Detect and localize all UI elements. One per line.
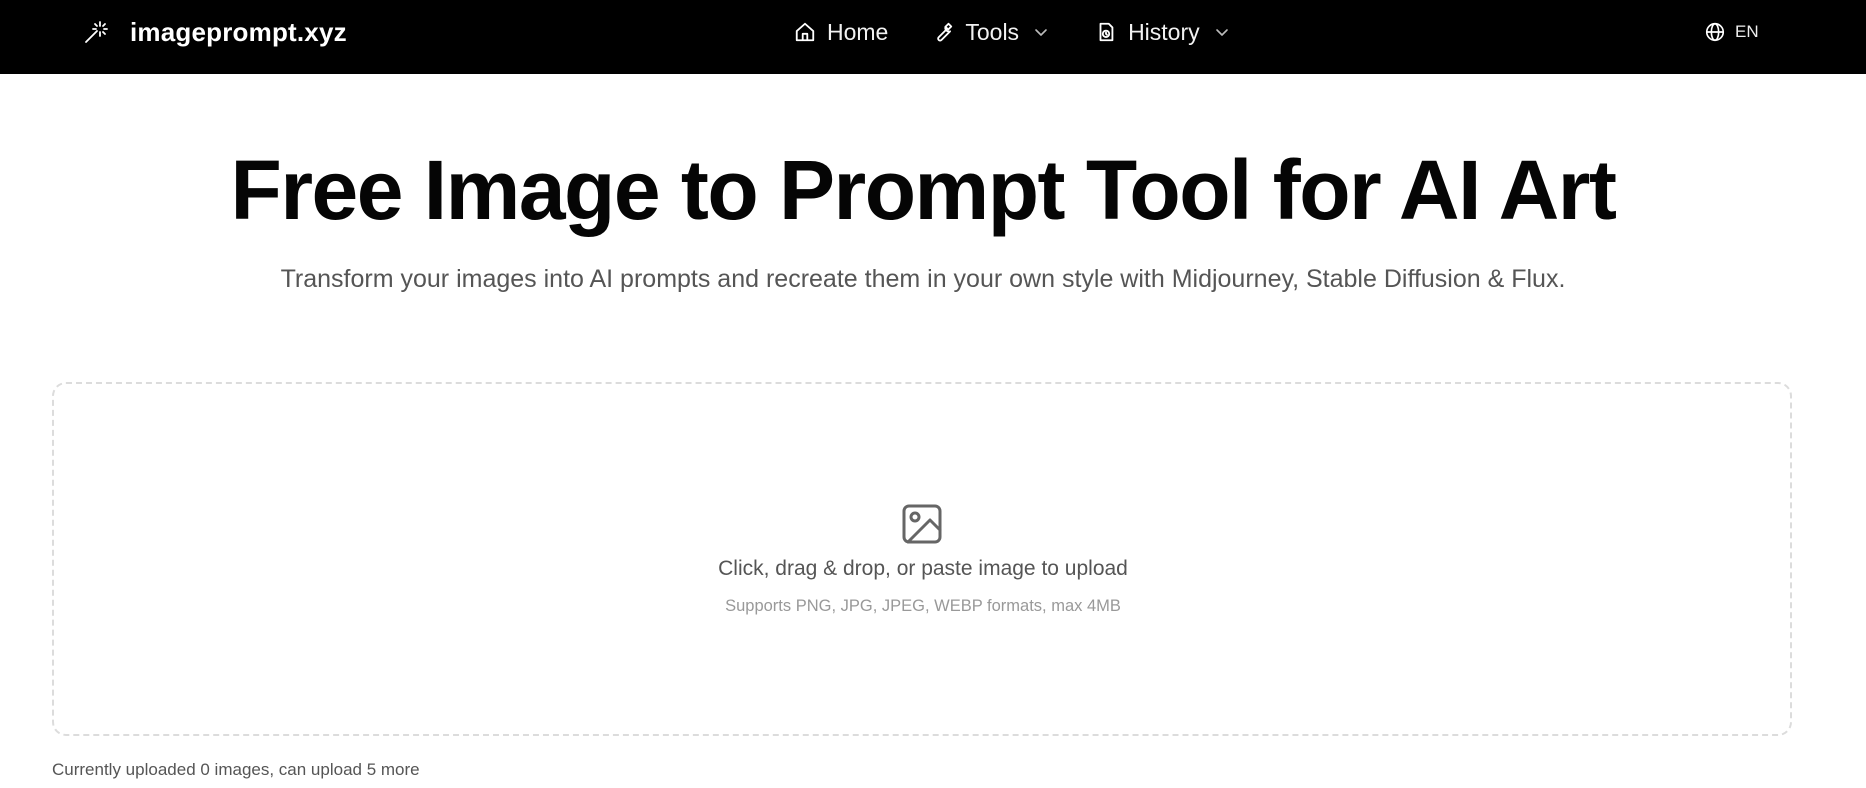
page-subtitle: Transform your images into AI prompts an… — [280, 265, 1566, 293]
chevron-down-icon — [1033, 24, 1049, 40]
top-navigation-bar: imageprompt.xyz Home Tools History EN — [0, 0, 1866, 74]
upload-count-status: Currently uploaded 0 images, can upload … — [52, 760, 420, 779]
globe-icon — [1704, 21, 1726, 43]
nav-item-home[interactable]: Home — [794, 19, 888, 46]
page-title: Free Image to Prompt Tool for AI Art — [230, 143, 1617, 237]
chevron-down-icon — [1214, 24, 1230, 40]
history-icon — [1095, 21, 1117, 43]
home-icon — [794, 21, 816, 43]
brand-name: imageprompt.xyz — [130, 16, 347, 47]
brand-logo-link[interactable]: imageprompt.xyz — [82, 0, 347, 64]
nav-item-home-label: Home — [827, 18, 889, 45]
wrench-icon — [932, 21, 954, 43]
nav-item-tools[interactable]: Tools — [932, 19, 1049, 46]
main-nav: Home Tools History — [794, 0, 1230, 64]
image-icon — [901, 503, 943, 545]
magic-wand-icon — [82, 18, 110, 46]
upload-prompt: Click, drag & drop, or paste image to up… — [718, 557, 1128, 580]
nav-item-tools-label: Tools — [965, 18, 1020, 45]
upload-format-hint: Supports PNG, JPG, JPEG, WEBP formats, m… — [725, 597, 1121, 615]
language-selector[interactable]: EN — [1704, 0, 1759, 64]
nav-item-history[interactable]: History — [1095, 19, 1230, 46]
language-label: EN — [1735, 22, 1759, 41]
nav-item-history-label: History — [1128, 18, 1200, 45]
